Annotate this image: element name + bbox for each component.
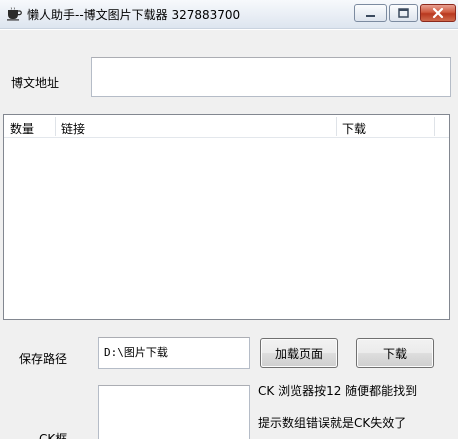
ck-hint-1: CK 浏览器按12 随便都能找到: [258, 384, 418, 398]
save-path-value: D:\图片下载: [104, 346, 168, 359]
save-path-input[interactable]: D:\图片下载: [98, 337, 250, 369]
column-header-download[interactable]: 下载: [336, 115, 434, 138]
ck-hint-2: 提示数组错误就是CK失效了: [258, 416, 407, 430]
blog-url-label: 博文地址: [11, 76, 60, 90]
ck-input[interactable]: [98, 385, 250, 439]
column-header-count[interactable]: 数量: [4, 115, 55, 138]
minimize-icon: [366, 15, 375, 17]
close-button[interactable]: [420, 4, 456, 22]
title-bar[interactable]: 懒人助手--博文图片下载器 327883700: [0, 0, 458, 29]
list-header: 数量 链接 下载: [4, 115, 449, 138]
window-title: 懒人助手--博文图片下载器 327883700: [27, 8, 241, 22]
client-area: 博文地址 数量 链接 下载 保存路径 D:\图片下载 加载页面 下载 CK 浏览…: [0, 30, 458, 439]
download-button[interactable]: 下载: [356, 338, 434, 368]
ck-label: CK框: [39, 432, 68, 439]
column-header-link[interactable]: 链接: [55, 115, 336, 138]
close-icon: [432, 7, 444, 19]
image-list[interactable]: 数量 链接 下载: [3, 114, 450, 320]
coffee-cup-icon: [7, 7, 22, 21]
maximize-icon: [398, 8, 409, 18]
blog-url-input[interactable]: [91, 57, 451, 97]
minimize-button[interactable]: [354, 4, 387, 22]
save-path-label: 保存路径: [19, 352, 68, 366]
load-page-button[interactable]: 加载页面: [260, 338, 338, 368]
maximize-button[interactable]: [389, 4, 418, 22]
